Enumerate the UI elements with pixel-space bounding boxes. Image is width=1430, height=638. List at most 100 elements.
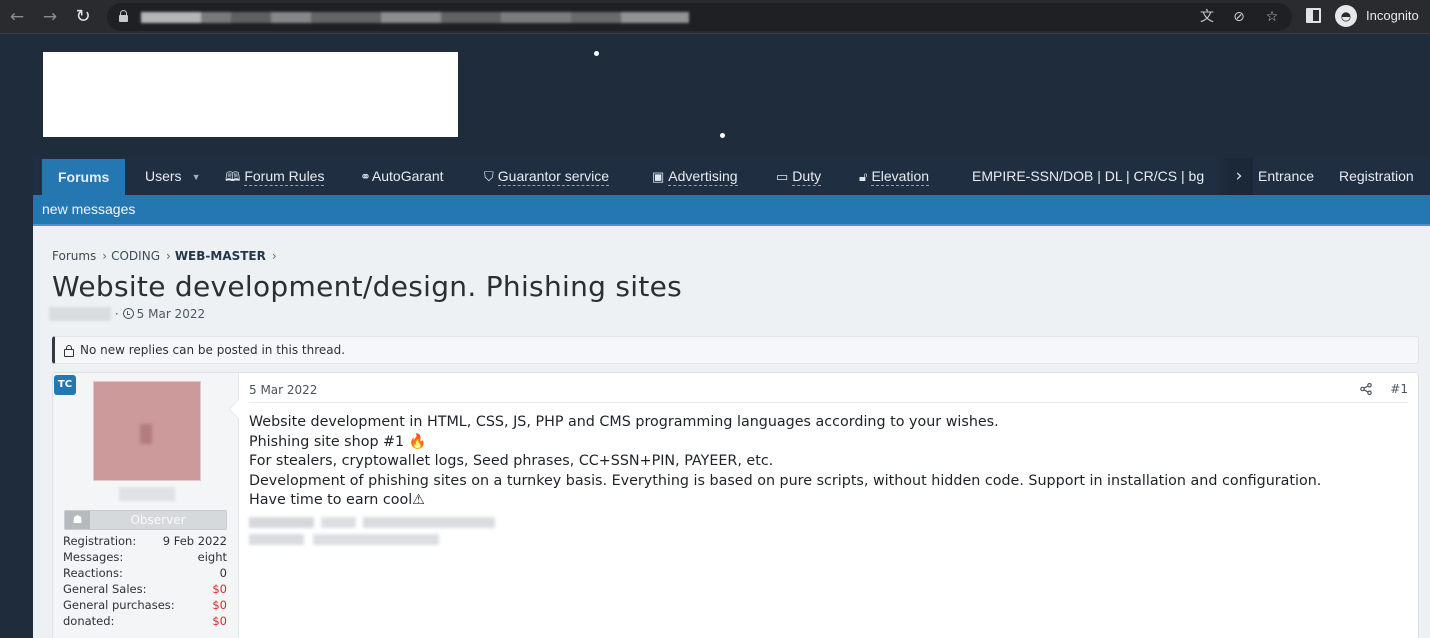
lock-icon: [64, 345, 74, 357]
stat-label: Reactions:: [63, 566, 123, 580]
user-badge: TC: [54, 375, 76, 395]
meta-separator: ·: [114, 307, 119, 321]
unlock-icon: 🔓︎: [859, 169, 868, 184]
page-body: Forums › CODING › WEB-MASTER › Website develo…: [33, 226, 1430, 638]
breadcrumb-separator: ›: [102, 249, 108, 263]
page-title: Website development/design. Phishing sit…: [52, 270, 683, 303]
post-line: Have time to earn cool⚠: [249, 492, 425, 509]
nav-tab-empire[interactable]: EMPIRE-SSN/DOB | DL | CR/CS | bg: [972, 158, 1228, 195]
user-role-badge: ☗ Observer: [64, 510, 227, 530]
incognito-label: Incognito: [1366, 8, 1419, 23]
stat-label: donated:: [63, 614, 115, 628]
nav-tab-label: Forums: [58, 169, 110, 185]
nav-tab-guarantor-service[interactable]: ⛉ Guarantor service: [484, 158, 610, 195]
stat-row: Messages: eight: [63, 549, 227, 565]
site-logo[interactable]: [43, 52, 458, 137]
nav-tab-label: Users: [145, 168, 182, 184]
breadcrumb-coding[interactable]: CODING: [111, 249, 160, 263]
nav-tab-label: Advertising: [668, 168, 738, 186]
nav-tab-duty[interactable]: ▭ Duty: [776, 158, 822, 195]
stat-value: $0: [212, 582, 227, 596]
stat-row: Reactions: 0: [63, 565, 227, 581]
caret-down-icon[interactable]: ▼: [192, 159, 201, 196]
stat-value: $0: [212, 614, 227, 628]
nav-tab-label: Guarantor service: [497, 168, 610, 186]
stat-label: General Sales:: [63, 582, 147, 596]
post-line: For stealers, cryptowallet logs, Seed ph…: [249, 453, 774, 470]
ghost-icon: ☗: [65, 511, 90, 529]
post: TC ☗ Observer Registration: 9 Feb 2022 Me…: [52, 372, 1419, 638]
nav-tab-label: Duty: [792, 168, 822, 186]
translate-icon[interactable]: ⽂: [1197, 8, 1217, 26]
registration-label: Registration: [1339, 168, 1414, 184]
nav-tab-autogarant[interactable]: ⚭AutoGarant: [360, 158, 444, 195]
stat-value: 9 Feb 2022: [162, 534, 227, 548]
reload-button[interactable]: ↻: [72, 6, 94, 28]
stat-label: Messages:: [63, 550, 124, 564]
signature-blurred: [249, 533, 439, 545]
nav-tab-forum-rules[interactable]: 🕮 Forum Rules: [225, 158, 325, 195]
breadcrumb: Forums › CODING › WEB-MASTER ›: [52, 249, 281, 263]
stat-row: donated: $0: [63, 613, 227, 629]
thread-date[interactable]: 5 Mar 2022: [137, 307, 205, 321]
post-line: Development of phishing sites on a turnk…: [249, 472, 1322, 489]
thread-author-blurred[interactable]: [49, 307, 111, 321]
decorative-star: [720, 133, 725, 138]
bookmark-star-icon[interactable]: ☆: [1262, 8, 1282, 26]
entrance-label: Entrance: [1258, 168, 1315, 184]
post-user-cell: TC ☗ Observer Registration: 9 Feb 2022 Me…: [53, 373, 239, 638]
breadcrumb-forums[interactable]: Forums: [52, 249, 96, 263]
post-line: Website development in HTML, CSS, JS, PH…: [249, 414, 999, 430]
nav-tab-advertising[interactable]: ▣ Advertising: [652, 158, 738, 195]
nav-tab-label: EMPIRE-SSN/DOB | DL | CR/CS | bg: [972, 168, 1205, 184]
thread-meta: · 5 Mar 2022: [49, 307, 205, 321]
browser-toolbar: ← → ↻ ⽂ ⊘ ☆ ◓ Incognito: [0, 0, 1430, 34]
username-blurred[interactable]: [119, 487, 175, 501]
avatar-figure: [140, 424, 152, 444]
post-date[interactable]: 5 Mar 2022: [249, 383, 317, 397]
nav-tab-forums[interactable]: Forums: [42, 159, 126, 195]
stat-value: $0: [212, 598, 227, 612]
main-navigation: Forums Users ▼ 🕮 Forum Rules ⚭AutoGarant ⛉…: [33, 158, 1430, 195]
clock-icon: [122, 308, 134, 319]
post-header: 5 Mar 2022 #1: [249, 373, 1408, 403]
incognito-icon: ◓: [1335, 5, 1357, 27]
entrance-link[interactable]: Entrance: [1258, 158, 1314, 195]
ad-icon: ▣: [652, 169, 665, 184]
avatar[interactable]: [93, 381, 201, 481]
nav-tab-users[interactable]: Users ▼: [145, 158, 200, 195]
breadcrumb-separator: ›: [166, 249, 171, 263]
signature-blurred: [249, 516, 495, 528]
post-body: Website development in HTML, CSS, JS, PH…: [249, 413, 1408, 545]
registration-link[interactable]: Registration: [1339, 158, 1414, 195]
post-line: Phishing site shop #1 🔥: [249, 433, 427, 450]
stat-label: Registration:: [63, 534, 137, 548]
stat-row: General Sales: $0: [63, 581, 227, 597]
side-panel-icon[interactable]: [1306, 8, 1321, 23]
back-button[interactable]: ←: [6, 6, 28, 28]
stat-row: General purchases: $0: [63, 597, 227, 613]
money-icon: ▭: [776, 169, 789, 184]
post-number-link[interactable]: #1: [1390, 382, 1408, 396]
new-messages-link[interactable]: new messages: [42, 201, 135, 217]
breadcrumb-web-master[interactable]: WEB-MASTER: [175, 249, 266, 263]
nav-tab-label: AutoGarant: [371, 168, 444, 184]
eye-off-icon[interactable]: ⊘: [1229, 8, 1249, 26]
nav-tab-label: Elevation: [871, 168, 930, 186]
stat-label: General purchases:: [63, 598, 175, 612]
nav-tab-label: Forum Rules: [244, 168, 325, 186]
nav-tab-elevation[interactable]: 🔓︎ Elevation: [859, 158, 930, 195]
locked-notice-text: No new replies can be posted in this thr…: [80, 343, 346, 357]
chevron-right-icon[interactable]: ›: [1229, 158, 1249, 195]
breadcrumb-separator: ›: [271, 249, 277, 263]
share-icon[interactable]: [1360, 383, 1372, 395]
address-bar[interactable]: ⽂ ⊘ ☆: [107, 3, 1292, 31]
decorative-star: [594, 51, 599, 56]
user-role: Observer: [130, 513, 186, 527]
sub-navigation: new messages: [33, 195, 1430, 226]
lock-icon: [119, 10, 128, 23]
forward-button[interactable]: →: [39, 6, 61, 28]
stat-value: 0: [219, 566, 227, 580]
url-text-blurred: [141, 12, 689, 23]
book-icon: 🕮: [225, 169, 241, 184]
